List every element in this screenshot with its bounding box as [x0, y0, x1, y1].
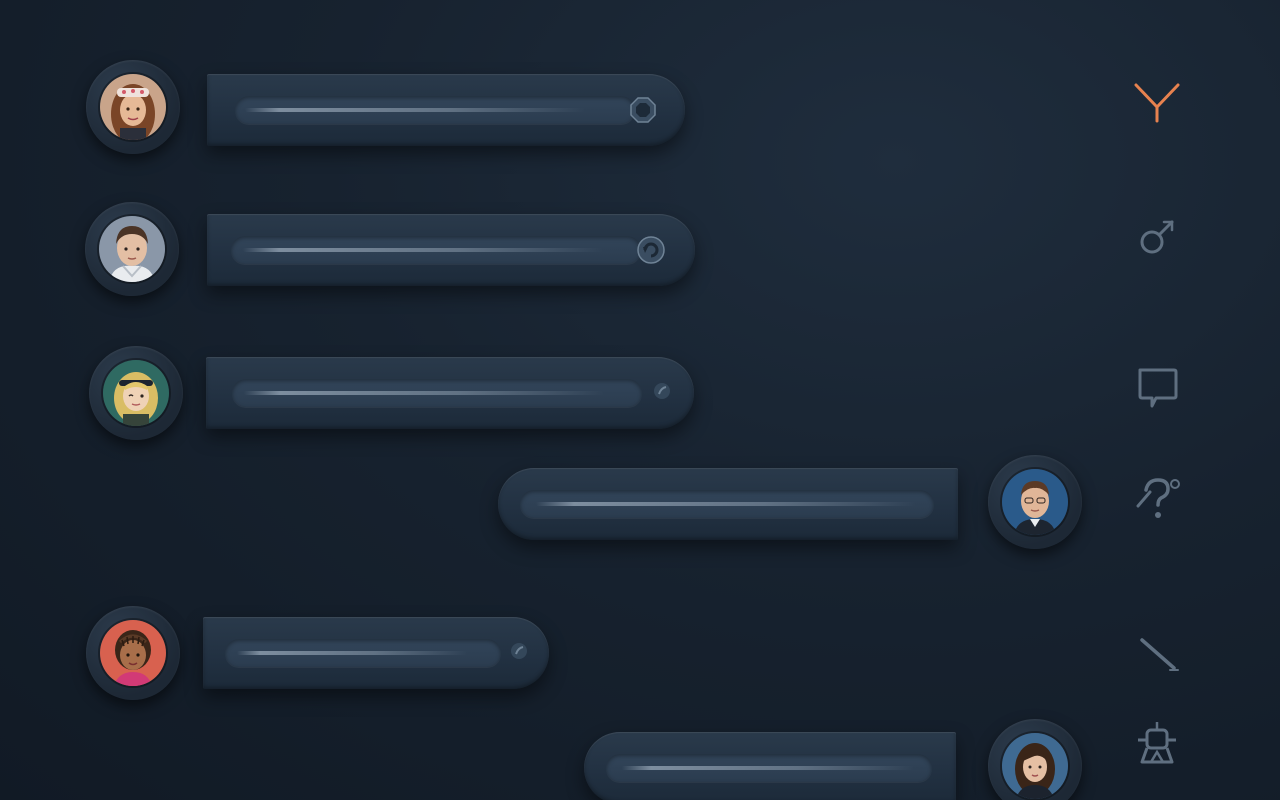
octagon-icon[interactable] — [627, 94, 659, 126]
message-bubble[interactable] — [207, 214, 695, 286]
message-row — [89, 346, 709, 442]
help-icon[interactable] — [1130, 472, 1184, 526]
message-text-placeholder — [520, 490, 934, 518]
message-bubble[interactable] — [584, 732, 956, 800]
chat-bubble-icon[interactable] — [1130, 360, 1184, 414]
avatar-image — [103, 360, 169, 426]
message-row — [584, 719, 1088, 800]
message-bubble[interactable] — [498, 468, 958, 540]
bomb-icon[interactable] — [1130, 212, 1184, 266]
dot-icon[interactable] — [507, 639, 539, 671]
message-text-placeholder — [606, 754, 932, 782]
avatar[interactable] — [89, 346, 183, 440]
avatar[interactable] — [988, 719, 1082, 800]
avatar-image — [100, 74, 166, 140]
avatar[interactable] — [86, 606, 180, 700]
message-text-placeholder — [231, 236, 641, 264]
robot-icon[interactable] — [1130, 720, 1184, 774]
message-row — [86, 606, 566, 702]
avatar-image — [100, 620, 166, 686]
message-text-placeholder — [232, 379, 642, 407]
message-row — [86, 60, 696, 156]
avatar-image — [1002, 733, 1068, 799]
message-row — [85, 202, 705, 298]
avatar[interactable] — [988, 455, 1082, 549]
message-row — [498, 455, 1088, 551]
message-text-placeholder — [225, 639, 501, 667]
avatar[interactable] — [86, 60, 180, 154]
message-bubble[interactable] — [206, 357, 694, 429]
message-bubble[interactable] — [207, 74, 685, 146]
avatar[interactable] — [85, 202, 179, 296]
refresh-icon[interactable] — [635, 234, 667, 266]
y-branch-icon[interactable] — [1130, 75, 1184, 129]
pen-line-icon[interactable] — [1130, 628, 1184, 682]
dot-icon[interactable] — [650, 379, 682, 411]
avatar-image — [1002, 469, 1068, 535]
message-text-placeholder — [235, 96, 635, 124]
message-bubble[interactable] — [203, 617, 549, 689]
avatar-image — [99, 216, 165, 282]
chat-canvas — [0, 0, 1280, 800]
